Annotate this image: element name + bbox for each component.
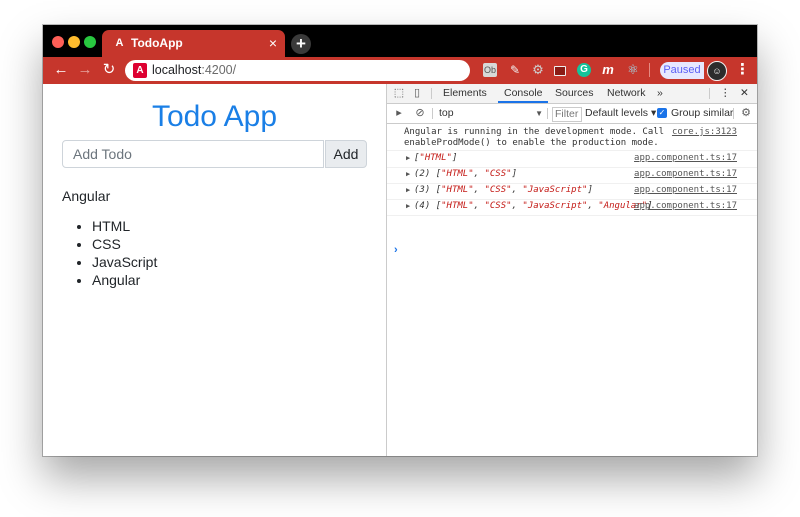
zoom-window-button[interactable] — [84, 36, 96, 48]
devtools-menu-icon[interactable]: ⋮ — [720, 87, 731, 100]
profile-avatar[interactable]: ☺ — [707, 61, 727, 81]
back-arrow-icon[interactable]: ← — [52, 61, 70, 79]
console-message-text: Angular is running in the development mo… — [404, 127, 665, 148]
console-filter-input[interactable]: Filter — [552, 107, 582, 122]
extension-gear-icon[interactable]: ⚙ — [531, 63, 545, 77]
todo-item: CSS — [92, 235, 157, 253]
console-message: Angular is running in the development mo… — [387, 125, 757, 151]
expand-triangle-icon[interactable]: ▶ — [406, 186, 410, 195]
paused-sync-badge[interactable]: Paused — [660, 62, 704, 79]
inspect-element-icon[interactable]: ⬚ — [393, 87, 405, 99]
console-array: (3) ["HTML", "CSS", "JavaScript"] — [414, 185, 593, 195]
console-source-link[interactable]: app.component.ts:17 — [634, 185, 737, 196]
devtools-panel: ⬚ ▯ Elements Console Sources Network » ⋮… — [386, 84, 757, 456]
reload-icon[interactable]: ↻ — [100, 61, 118, 79]
add-button[interactable]: Add — [325, 140, 367, 168]
active-tab-indicator — [498, 101, 548, 103]
extension-m-icon[interactable]: m — [601, 63, 615, 77]
close-window-button[interactable] — [52, 36, 64, 48]
log-levels-dropdown[interactable]: Default levels ▾ — [585, 107, 656, 120]
browser-menu-icon[interactable]: ⋮ — [735, 61, 750, 79]
devtools-divider — [733, 108, 734, 119]
devtools-divider — [432, 108, 433, 119]
tab-strip: A TodoApp × + — [43, 25, 757, 57]
extension-grammarly-icon[interactable]: G — [577, 63, 591, 77]
console-array: ["HTML"] — [414, 153, 458, 163]
todo-item: Angular — [92, 271, 157, 289]
browser-toolbar: ← → ↻ A localhost:4200/ Ob ✎ ⚙ G m ⚛ Pau… — [43, 57, 757, 84]
dropdown-arrow-icon: ▼ — [535, 109, 543, 118]
expand-triangle-icon[interactable]: ▶ — [406, 170, 410, 179]
extension-pen-icon[interactable]: ✎ — [508, 63, 522, 77]
toolbar-divider — [649, 63, 650, 77]
page-title: Todo App — [151, 100, 278, 133]
group-similar-checkbox[interactable]: ✓ — [657, 108, 667, 118]
console-source-link[interactable]: core.js:3123 — [672, 127, 737, 138]
todo-item: JavaScript — [92, 253, 157, 271]
expand-triangle-icon[interactable]: ▶ — [406, 202, 410, 211]
clear-console-icon[interactable]: ⊘ — [414, 107, 426, 119]
console-filter-bar: ▸ ⊘ top ▼ Filter Default levels ▾ ✓ Grou… — [387, 104, 757, 124]
console-message[interactable]: ▶ ["HTML"] app.component.ts:17 — [387, 151, 757, 168]
group-similar-label: Group similar — [671, 107, 734, 119]
url-host: localhost — [152, 63, 202, 77]
angular-icon: A — [115, 37, 124, 49]
extension-react-icon[interactable]: ⚛ — [626, 63, 640, 77]
console-message[interactable]: ▶ (2) ["HTML", "CSS"] app.component.ts:1… — [387, 167, 757, 184]
todo-list: HTML CSS JavaScript Angular — [62, 217, 157, 289]
close-tab-icon[interactable]: × — [269, 35, 277, 51]
close-devtools-icon[interactable]: ✕ — [740, 87, 749, 100]
browser-window: A TodoApp × + ← → ↻ A localhost:4200/ Ob… — [43, 25, 757, 456]
expand-triangle-icon[interactable]: ▶ — [406, 154, 410, 163]
devtools-divider — [547, 108, 548, 119]
console-array: (2) ["HTML", "CSS"] — [414, 169, 517, 179]
console-source-link[interactable]: app.component.ts:17 — [634, 201, 737, 212]
extension-ob-icon[interactable]: Ob — [483, 63, 497, 77]
devtools-tab-bar: ⬚ ▯ Elements Console Sources Network » ⋮… — [387, 84, 757, 104]
device-toolbar-icon[interactable]: ▯ — [411, 87, 423, 99]
more-tabs-icon[interactable]: » — [657, 87, 663, 100]
console-message[interactable]: ▶ (3) ["HTML", "CSS", "JavaScript"] app.… — [387, 183, 757, 200]
minimize-window-button[interactable] — [68, 36, 80, 48]
console-settings-gear-icon[interactable]: ⚙ — [740, 107, 752, 119]
tab-elements[interactable]: Elements — [443, 87, 487, 100]
context-selector[interactable]: top ▼ — [439, 107, 543, 120]
add-todo-input[interactable]: Add Todo — [62, 140, 324, 168]
browser-tab[interactable]: A TodoApp × — [102, 30, 285, 57]
todo-item: HTML — [92, 217, 157, 235]
console-source-link[interactable]: app.component.ts:17 — [634, 153, 737, 164]
tab-title: TodoApp — [131, 36, 183, 50]
app-page: Todo App Add Todo Add Angular HTML CSS J… — [43, 84, 386, 456]
show-sidebar-icon[interactable]: ▸ — [393, 107, 405, 119]
list-heading: Angular — [62, 188, 111, 204]
tab-sources[interactable]: Sources — [555, 87, 594, 100]
console-array: (4) ["HTML", "CSS", "JavaScript", "Angul… — [414, 201, 653, 211]
console-source-link[interactable]: app.component.ts:17 — [634, 169, 737, 180]
tab-network[interactable]: Network — [607, 87, 646, 100]
console-message[interactable]: ▶ (4) ["HTML", "CSS", "JavaScript", "Ang… — [387, 199, 757, 216]
forward-arrow-icon[interactable]: → — [76, 61, 94, 79]
devtools-divider — [431, 88, 432, 99]
extension-window-icon[interactable] — [554, 66, 566, 76]
devtools-divider — [709, 88, 710, 99]
url-port-path: :4200/ — [201, 63, 237, 77]
angular-icon: A — [133, 63, 147, 78]
context-value: top — [439, 107, 454, 119]
console-prompt[interactable]: › — [394, 244, 398, 256]
new-tab-button[interactable]: + — [291, 34, 311, 54]
tab-console[interactable]: Console — [504, 87, 543, 100]
address-bar[interactable]: A localhost:4200/ — [125, 60, 470, 81]
url-text: localhost:4200/ — [152, 63, 236, 78]
